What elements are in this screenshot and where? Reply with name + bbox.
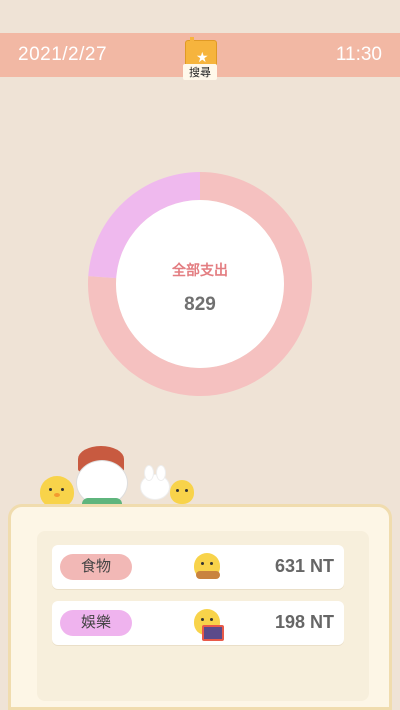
category-pill-entertainment[interactable]: 娛樂 bbox=[60, 610, 132, 636]
category-pill-food[interactable]: 食物 bbox=[60, 554, 132, 580]
search-button-label: 搜尋 bbox=[183, 64, 217, 80]
time-label: 11:30 bbox=[335, 44, 382, 65]
total-expense-title: 全部支出 bbox=[172, 262, 228, 278]
chick-headphones-tv-icon bbox=[190, 607, 224, 641]
donut-center: 全部支出 829 bbox=[88, 172, 312, 396]
chick-pancake-icon bbox=[190, 551, 224, 583]
category-amount-food: 631 NT bbox=[274, 556, 334, 576]
star-icon: ★ bbox=[196, 49, 209, 65]
category-row-entertainment[interactable]: 娛樂 198 NT bbox=[52, 601, 344, 645]
total-expense-value: 829 bbox=[184, 294, 216, 315]
chick-mascot-icon bbox=[170, 480, 194, 504]
date-label: 2021/2/27 bbox=[18, 44, 108, 65]
bunny-mascot-icon bbox=[140, 465, 170, 500]
category-amount-entertainment: 198 NT bbox=[274, 612, 334, 632]
search-button[interactable]: ★ 搜尋 bbox=[183, 36, 217, 80]
category-row-food[interactable]: 食物 631 NT bbox=[52, 545, 344, 589]
